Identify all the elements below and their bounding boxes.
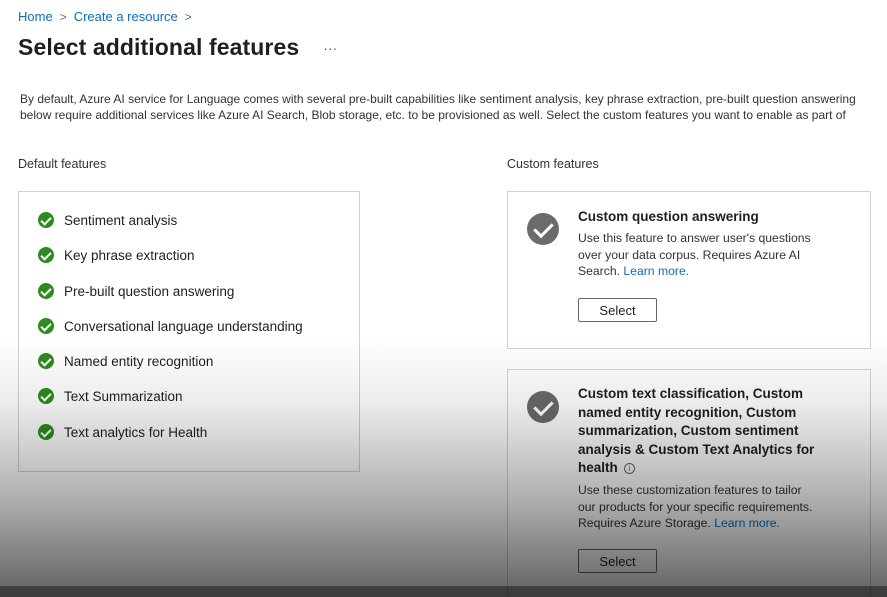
learn-more-link[interactable]: Learn more.: [623, 264, 689, 278]
breadcrumb-home-link[interactable]: Home: [18, 9, 53, 24]
feature-item: Text Summarization: [38, 388, 183, 404]
chevron-right-icon: >: [184, 9, 192, 24]
card-description: Use these customization features to tail…: [578, 482, 812, 532]
feature-label: Key phrase extraction: [64, 247, 195, 263]
check-circle-icon: [38, 353, 54, 369]
card-description: Use this feature to answer user's questi…: [578, 230, 811, 280]
feature-label: Sentiment analysis: [64, 212, 178, 228]
card-title-line: named entity recognition, Custom: [578, 404, 797, 420]
card-description-line: Use this feature to answer user's questi…: [578, 231, 811, 245]
card-title-line: health: [578, 460, 618, 475]
check-circle-icon: [38, 283, 54, 299]
check-circle-icon: [38, 247, 54, 263]
more-options-icon[interactable]: ···: [323, 40, 337, 56]
default-features-panel: Sentiment analysis Key phrase extraction…: [18, 191, 360, 472]
page-title: Select additional features: [18, 34, 300, 60]
feature-label: Named entity recognition: [64, 353, 214, 369]
card-title: Custom text classification, Custom named…: [578, 385, 814, 478]
check-circle-icon: [527, 391, 559, 423]
breadcrumb-create-resource-link[interactable]: Create a resource: [74, 9, 178, 24]
custom-text-features-card: Custom text classification, Custom named…: [507, 369, 871, 597]
card-description-line: Search.: [578, 264, 621, 278]
feature-item: Pre-built question answering: [38, 283, 234, 299]
feature-item: Named entity recognition: [38, 353, 213, 369]
card-title-line: analysis & Custom Text Analytics for: [578, 441, 815, 457]
info-icon[interactable]: i: [623, 463, 635, 474]
feature-item: Text analytics for Health: [38, 424, 207, 440]
check-circle-icon: [38, 388, 54, 404]
learn-more-link[interactable]: Learn more.: [714, 516, 780, 530]
card-description-line: our products for your specific requireme…: [578, 499, 813, 514]
check-circle-icon: [38, 212, 54, 228]
description-line: By default, Azure AI service for Languag…: [20, 92, 856, 106]
card-description-line: over your data corpus. Requires Azure AI: [578, 247, 801, 262]
feature-label: Conversational language understanding: [64, 318, 303, 334]
select-button[interactable]: Select: [578, 549, 657, 573]
feature-item: Conversational language understanding: [38, 318, 303, 334]
custom-question-answering-card: Custom question answering Use this featu…: [507, 191, 871, 349]
card-description-line: Requires Azure Storage.: [578, 516, 711, 530]
card-title-line: summarization, Custom sentiment: [578, 423, 799, 438]
feature-label: Pre-built question answering: [64, 283, 235, 299]
breadcrumb: Home > Create a resource >: [18, 9, 199, 24]
description-line: below require additional services like A…: [20, 108, 846, 122]
card-title-line: Custom text classification, Custom: [578, 386, 804, 401]
select-button[interactable]: Select: [578, 298, 657, 322]
title-row: Select additional features ···: [18, 34, 337, 61]
check-circle-icon: [38, 318, 54, 334]
chevron-right-icon: >: [59, 9, 67, 24]
custom-features-label: Custom features: [507, 157, 599, 171]
check-circle-icon: [527, 213, 559, 245]
page-description: By default, Azure AI service for Languag…: [20, 91, 887, 123]
feature-item: Key phrase extraction: [38, 247, 195, 263]
card-description-line: Use these customization features to tail…: [578, 483, 802, 497]
card-title: Custom question answering: [578, 209, 759, 224]
check-circle-icon: [38, 424, 54, 440]
feature-item: Sentiment analysis: [38, 212, 177, 228]
feature-label: Text Summarization: [64, 388, 183, 404]
feature-label: Text analytics for Health: [64, 424, 208, 440]
default-features-label: Default features: [18, 157, 107, 171]
